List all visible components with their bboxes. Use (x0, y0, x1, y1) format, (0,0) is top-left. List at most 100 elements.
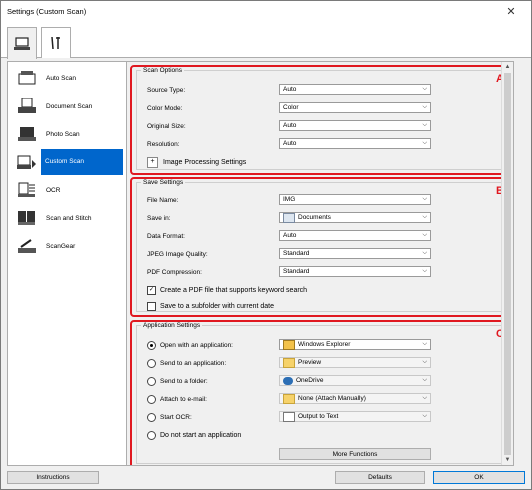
ok-button[interactable]: OK (433, 471, 525, 484)
sidebar-item-auto-scan[interactable]: Auto Scan (8, 65, 126, 91)
send-to-folder-select[interactable]: OneDrive ⌵ (279, 375, 431, 386)
pdf-compression-value: Standard (283, 268, 310, 275)
sidebar-item-label: OCR (46, 186, 61, 194)
send-to-app-radio[interactable] (147, 358, 156, 368)
jpeg-quality-label: JPEG Image Quality: (147, 250, 208, 258)
do-not-start-row[interactable]: Do not start an application (147, 429, 447, 441)
jpeg-quality-select[interactable]: Standard ⌵ (279, 248, 431, 259)
auto-scan-icon (17, 69, 37, 87)
do-not-start-label: Do not start an application (160, 431, 242, 439)
application-settings-title: Application Settings (143, 322, 201, 329)
send-to-folder-label: Send to a folder: (160, 377, 208, 385)
instructions-button[interactable]: Instructions (7, 471, 99, 484)
image-processing-row[interactable]: + Image Processing Settings (147, 156, 447, 168)
pdf-compression-select[interactable]: Standard ⌵ (279, 266, 431, 277)
attach-email-radio[interactable] (147, 394, 156, 404)
send-to-folder-value: OneDrive (296, 377, 324, 384)
sidebar-item-photo-scan[interactable]: Photo Scan (8, 121, 126, 147)
chevron-down-icon: ⌵ (422, 377, 427, 383)
image-processing-label: Image Processing Settings (163, 158, 247, 166)
documents-folder-icon (283, 212, 295, 223)
document-scan-icon (17, 97, 37, 115)
file-name-label: File Name: (147, 196, 179, 204)
save-in-select[interactable]: Documents ⌵ (279, 212, 431, 223)
source-type-value: Auto (283, 86, 297, 93)
resolution-label: Resolution: (147, 140, 180, 148)
send-to-app-label: Send to an application: (160, 359, 227, 367)
pdf-compression-label: PDF Compression: (147, 268, 202, 276)
tab-general-settings[interactable] (41, 27, 71, 58)
file-name-combo[interactable]: IMG ⌵ (279, 194, 431, 205)
onedrive-icon (283, 376, 293, 385)
open-with-select[interactable]: Windows Explorer ⌵ (279, 339, 431, 350)
start-ocr-label: Start OCR: (160, 413, 192, 421)
scroll-up-icon[interactable]: ▲ (502, 62, 513, 72)
sidebar-item-label: Scan and Stitch (46, 214, 92, 222)
chevron-down-icon: ⌵ (422, 104, 427, 110)
tab-strip (1, 21, 531, 59)
sidebar-item-scan-and-stitch[interactable]: Scan and Stitch (8, 205, 126, 231)
send-to-app-value: Preview (298, 359, 322, 366)
open-with-radio[interactable] (147, 340, 156, 350)
save-in-value: Documents (298, 214, 331, 221)
jpeg-quality-value: Standard (283, 250, 310, 257)
open-with-label: Open with an application: (160, 341, 233, 349)
data-format-select[interactable]: Auto ⌵ (279, 230, 431, 241)
sidebar-item-document-scan[interactable]: Document Scan (8, 93, 126, 119)
tab-scan-from-computer[interactable] (7, 27, 37, 59)
ocr-icon (17, 181, 37, 199)
scan-options-region: A Scan Options Source Type: Auto⌵ Color … (130, 65, 513, 175)
chevron-down-icon: ⌵ (422, 86, 427, 92)
scroll-down-icon[interactable]: ▼ (502, 455, 513, 465)
chevron-down-icon: ⌵ (422, 140, 427, 146)
scrollbar-thumb[interactable] (504, 73, 511, 455)
subfolder-label: Save to a subfolder with current date (160, 302, 275, 310)
start-ocr-radio[interactable] (147, 412, 156, 422)
vertical-scrollbar[interactable]: ▲ ▼ (501, 62, 513, 465)
source-type-select[interactable]: Auto ⌵ (279, 84, 431, 95)
do-not-start-radio[interactable] (147, 430, 156, 440)
custom-scan-icon (17, 153, 37, 171)
send-to-app-select[interactable]: Preview ⌵ (279, 357, 431, 368)
sidebar-item-scangear[interactable]: ScanGear (8, 233, 126, 259)
window-title: Settings (Custom Scan) (7, 6, 87, 16)
open-with-value: Windows Explorer (298, 341, 351, 348)
chevron-down-icon: ⌵ (422, 413, 427, 419)
footer-bar: Instructions Defaults OK (1, 469, 531, 489)
attach-email-label: Attach to e-mail: (160, 395, 207, 403)
color-mode-select[interactable]: Color ⌵ (279, 102, 431, 113)
more-functions-button[interactable]: More Functions (279, 448, 431, 460)
windows-explorer-icon (283, 339, 295, 350)
save-in-label: Save in: (147, 214, 171, 222)
application-settings-group: Application Settings Open with an applic… (136, 322, 508, 464)
original-size-label: Original Size: (147, 122, 186, 130)
sidebar-item-ocr[interactable]: OCR (8, 177, 126, 203)
sidebar-item-label: Document Scan (46, 102, 93, 110)
original-size-select[interactable]: Auto ⌵ (279, 120, 431, 131)
scan-options-title: Scan Options (143, 67, 183, 74)
keyword-search-checkbox[interactable]: ✓ (147, 285, 156, 295)
color-mode-label: Color Mode: (147, 104, 183, 112)
scan-stitch-icon (17, 209, 37, 227)
resolution-select[interactable]: Auto ⌵ (279, 138, 431, 149)
defaults-button[interactable]: Defaults (335, 471, 425, 484)
keyword-search-checkbox-row[interactable]: ✓ Create a PDF file that supports keywor… (147, 284, 447, 296)
chevron-down-icon: ⌵ (422, 214, 427, 220)
email-icon (283, 393, 295, 404)
send-to-folder-radio[interactable] (147, 376, 156, 386)
subfolder-checkbox-row[interactable]: Save to a subfolder with current date (147, 300, 447, 312)
sidebar-item-label: ScanGear (46, 242, 76, 250)
subfolder-checkbox[interactable] (147, 301, 156, 311)
settings-panel: A Scan Options Source Type: Auto⌵ Color … (126, 61, 514, 466)
expand-icon[interactable]: + (147, 156, 158, 168)
close-button[interactable]: ✕ (491, 1, 531, 21)
start-ocr-select[interactable]: Output to Text ⌵ (279, 411, 431, 422)
sidebar-item-label: Custom Scan (41, 149, 123, 175)
data-format-value: Auto (283, 232, 297, 239)
attach-email-select[interactable]: None (Attach Manually) ⌵ (279, 393, 431, 404)
attach-email-value: None (Attach Manually) (298, 395, 366, 402)
chevron-down-icon: ⌵ (422, 359, 427, 365)
sidebar-item-custom-scan[interactable]: Custom Scan (8, 149, 126, 175)
photo-scan-icon (17, 125, 37, 143)
chevron-down-icon: ⌵ (422, 196, 427, 202)
